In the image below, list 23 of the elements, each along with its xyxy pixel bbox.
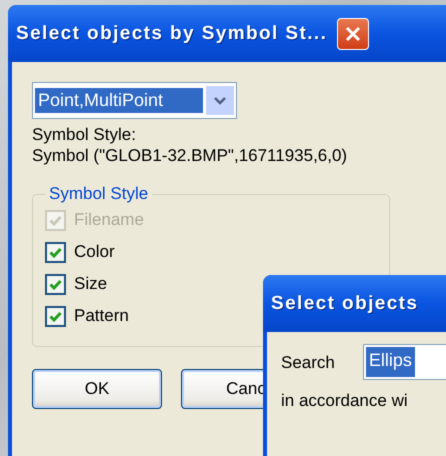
group-title: Symbol Style xyxy=(48,184,150,204)
search-field[interactable]: Ellips xyxy=(362,344,446,380)
window-title: Select objects xyxy=(271,292,418,314)
dialog-button[interactable]: OK xyxy=(32,369,162,409)
chevron-down-icon xyxy=(214,96,226,104)
checkbox-label: Filename xyxy=(74,210,144,230)
checkmark-icon xyxy=(49,278,62,290)
checkmark-icon xyxy=(49,310,62,322)
dropdown-arrow-button[interactable] xyxy=(206,86,234,115)
checkbox-label: Pattern xyxy=(74,306,129,326)
checkmark-icon xyxy=(49,246,62,258)
checkmark-icon xyxy=(49,214,62,226)
close-icon xyxy=(344,24,362,42)
symbol-style-value: Symbol ("GLOB1-32.BMP",16711935,6,0) xyxy=(32,145,348,166)
checkbox[interactable] xyxy=(45,242,66,262)
geometry-dropdown[interactable]: Point,MultiPoint xyxy=(32,82,237,119)
close-button[interactable] xyxy=(337,18,370,50)
window-title: Select objects by Symbol St... xyxy=(16,22,328,44)
checkbox-label: Color xyxy=(74,242,115,262)
symbol-style-label: Symbol Style: xyxy=(32,124,136,145)
checkbox[interactable] xyxy=(45,306,66,326)
checkbox[interactable] xyxy=(45,274,66,294)
checkbox-label: Size xyxy=(74,274,108,294)
